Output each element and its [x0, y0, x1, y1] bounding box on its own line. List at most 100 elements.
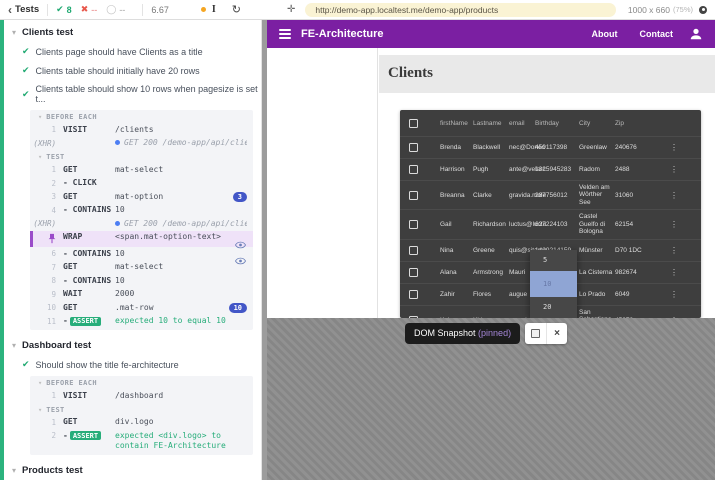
selector-playground-icon[interactable]: ✛: [287, 4, 295, 15]
pending-count: --: [119, 5, 125, 15]
recording-dot-icon: [201, 7, 206, 12]
unpin-snapshot-button[interactable]: ×: [546, 323, 567, 344]
toolbar-divider: [142, 4, 143, 16]
snapshot-highlight-toggle-button[interactable]: [525, 323, 546, 344]
row-checkbox[interactable]: [409, 290, 418, 299]
table-header-row: firstName Lastname email Birthday City Z…: [400, 110, 701, 136]
back-to-tests-button[interactable]: ‹ Tests: [8, 4, 39, 15]
row-checkbox[interactable]: [409, 246, 418, 255]
hook-test[interactable]: ▾ TEST: [30, 150, 253, 163]
row-menu-icon[interactable]: ⋮: [647, 143, 701, 152]
dropdown-option-pinned-highlight[interactable]: 10: [530, 271, 577, 297]
row-menu-icon[interactable]: ⋮: [647, 316, 701, 318]
dropdown-option[interactable]: 20: [530, 297, 577, 318]
pin-icon: [30, 232, 56, 246]
select-all-checkbox[interactable]: [409, 119, 418, 128]
table-row[interactable]: Harrison Pugh ante@velarc 1325945283 Rad…: [400, 158, 701, 180]
settings-icon[interactable]: [699, 6, 707, 14]
suite-clients-test[interactable]: ▾ Clients test: [4, 23, 261, 42]
app-toolbar: FE-Architecture About Contact: [267, 20, 715, 48]
check-icon: ✔: [22, 46, 30, 57]
hook-before-each[interactable]: ▾ BEFORE EACH: [30, 376, 253, 389]
test-result[interactable]: ✔ Should show the title fe-architecture: [4, 355, 261, 374]
table-row[interactable]: Breanna Clarke gravida.mole 287756012 Ve…: [400, 180, 701, 209]
row-checkbox[interactable]: [409, 316, 418, 318]
command-row[interactable]: 4 - CONTAINS 10: [30, 204, 253, 218]
check-icon: ✔: [22, 65, 30, 76]
snapshot-tooltip: DOM Snapshot (pinned) ×: [405, 323, 567, 344]
row-checkbox[interactable]: [409, 191, 418, 200]
row-menu-icon[interactable]: ⋮: [647, 246, 701, 255]
row-menu-icon[interactable]: ⋮: [647, 220, 701, 229]
snapshot-label: DOM Snapshot (pinned): [405, 323, 520, 344]
command-row[interactable]: 8 - CONTAINS 10: [30, 274, 253, 288]
xhr-command-row[interactable]: (XHR) GET 200 /demo-app/api/client-serv…: [30, 217, 253, 231]
suite-dashboard-test[interactable]: ▾ Dashboard test: [4, 336, 261, 355]
xhr-dot-icon: [115, 140, 120, 145]
snapshot-frame-icon: [531, 329, 540, 338]
table-row[interactable]: Gail Richardson luctus@luctu 627224103 C…: [400, 209, 701, 238]
nav-about[interactable]: About: [592, 29, 618, 39]
row-menu-icon[interactable]: ⋮: [647, 165, 701, 174]
runner-toolbar: ‹ Tests ✔ 8 ✖ -- ◯ -- 6.67 I ↻ ✛ http://…: [0, 0, 715, 20]
test-result[interactable]: ✔ Clients table should show 10 rows when…: [4, 80, 261, 108]
row-menu-icon[interactable]: ⋮: [647, 191, 701, 200]
url-bar[interactable]: http://demo-app.localtest.me/demo-app/pr…: [305, 3, 616, 17]
row-menu-icon[interactable]: ⋮: [647, 290, 701, 299]
caret-down-icon: ▾: [38, 153, 42, 161]
test-result[interactable]: ✔ Clients page should have Clients as a …: [4, 42, 261, 61]
command-log: ▾ BEFORE EACH 1 VISIT /clients (XHR) GET…: [30, 110, 253, 330]
assert-badge: ASSERT: [70, 317, 101, 326]
test-reporter-panel[interactable]: ▾ Clients test ✔ Clients page should hav…: [0, 20, 262, 480]
viewport-zoom: (75%): [673, 5, 693, 14]
refresh-icon[interactable]: ↻: [232, 3, 241, 16]
check-icon: ✔: [56, 4, 64, 15]
command-row[interactable]: 1 VISIT /dashboard: [30, 389, 253, 403]
suite-products-test[interactable]: ▾ Products test: [4, 461, 261, 480]
dropdown-option[interactable]: 5: [530, 250, 577, 271]
menu-icon[interactable]: [279, 29, 291, 39]
row-checkbox[interactable]: [409, 220, 418, 229]
assert-command-row[interactable]: 2 -ASSERT expected <div.logo> to contain…: [30, 429, 253, 453]
failed-stat: ✖ --: [81, 4, 98, 15]
viewport-size: 1000 x 660: [628, 5, 670, 15]
xhr-command-row[interactable]: (XHR) GET 200 /demo-app/api/client-serv…: [30, 137, 253, 151]
pinned-command-row[interactable]: WRAP <span.mat-option-text>: [30, 231, 253, 248]
command-row[interactable]: 6 - CONTAINS 10: [30, 247, 253, 261]
assert-command-row[interactable]: 11 -ASSERT expected 10 to equal 10: [30, 315, 253, 329]
command-row[interactable]: 10 GET .mat-row 10: [30, 301, 253, 315]
row-checkbox[interactable]: [409, 165, 418, 174]
row-checkbox[interactable]: [409, 268, 418, 277]
command-row[interactable]: 1 GET mat-select: [30, 163, 253, 177]
app-sidebar: [267, 48, 378, 318]
table-row[interactable]: Brenda Blackwell nec@Donec 459117398 Gre…: [400, 136, 701, 158]
command-row[interactable]: 3 GET mat-option 3: [30, 190, 253, 204]
user-icon[interactable]: [689, 27, 703, 41]
page-title: Clients: [379, 55, 715, 82]
dom-snapshot: Clients firstName Lastname email Birthda…: [267, 48, 715, 318]
command-row[interactable]: 2 - CLICK: [30, 177, 253, 191]
nav-contact[interactable]: Contact: [640, 29, 674, 39]
test-result[interactable]: ✔ Clients table should initially have 20…: [4, 61, 261, 80]
assert-badge: ASSERT: [70, 431, 101, 440]
run-duration: 6.67: [151, 5, 169, 15]
back-label: Tests: [15, 4, 39, 15]
command-row[interactable]: 9 WAIT 2000: [30, 288, 253, 302]
row-menu-icon[interactable]: ⋮: [647, 268, 701, 277]
pinned-label: (pinned): [478, 328, 511, 338]
close-icon: ×: [554, 329, 560, 339]
passed-stat: ✔ 8: [56, 4, 72, 15]
element-count-badge: 10: [229, 303, 247, 313]
hook-before-each[interactable]: ▾ BEFORE EACH: [30, 110, 253, 123]
row-checkbox[interactable]: [409, 143, 418, 152]
command-row[interactable]: 1 GET div.logo: [30, 416, 253, 430]
failed-count: --: [91, 5, 97, 15]
command-row[interactable]: 1 VISIT /clients: [30, 123, 253, 137]
hook-test[interactable]: ▾ TEST: [30, 403, 253, 416]
check-icon: ✔: [22, 89, 30, 100]
pending-circle-icon: ◯: [106, 4, 116, 15]
passed-count: 8: [67, 5, 72, 15]
app-brand: FE-Architecture: [301, 28, 570, 40]
caret-down-icon: ▾: [12, 341, 16, 350]
command-row[interactable]: 7 GET mat-select: [30, 261, 253, 275]
